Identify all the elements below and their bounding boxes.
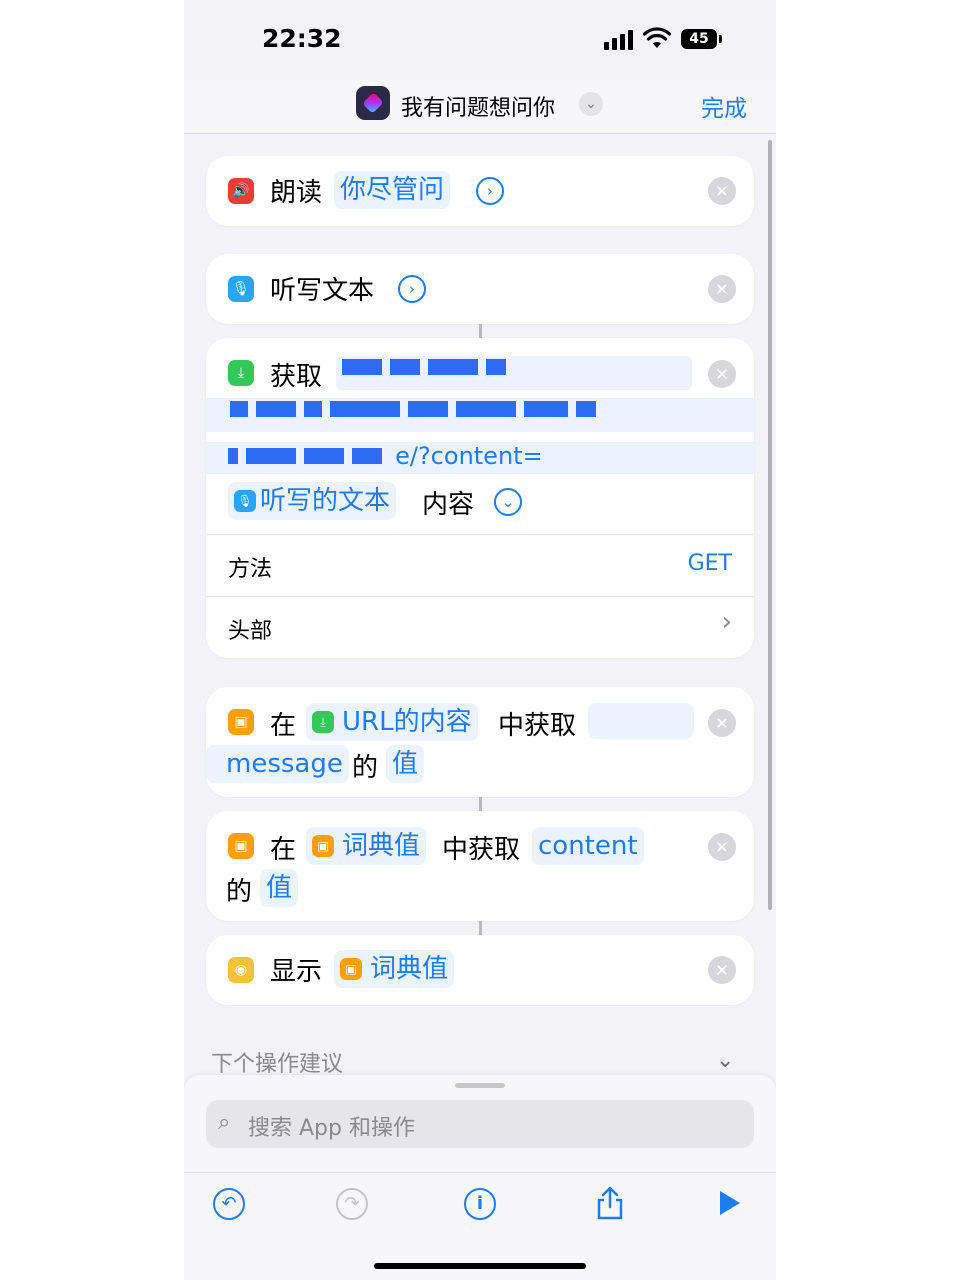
quicklook-icon: ◉ — [228, 957, 254, 983]
action-search-sheet: ⌕ 搜索 App 和操作 ↶ ↷ i — [184, 1075, 776, 1280]
shortcut-title[interactable]: 我有问题想问你 — [401, 90, 555, 122]
key-token[interactable]: message — [206, 745, 349, 783]
redo-icon[interactable]: ↷ — [336, 1188, 368, 1220]
chevron-right-icon: › — [721, 607, 732, 637]
method-row[interactable]: 方法 GET — [206, 534, 754, 594]
get-word: 中获取 — [498, 711, 577, 741]
action-get-url[interactable]: ⤓ 获取 × e/?content= 🎙 听写的文本 内容 ⌄ 方法 GET 头… — [206, 338, 754, 658]
headers-row[interactable]: 头部 › — [206, 596, 754, 656]
of-word: 的 — [226, 877, 253, 907]
download-icon: ⤓ — [228, 360, 254, 386]
sheet-grabber[interactable] — [455, 1083, 505, 1088]
in-word: 在 — [270, 835, 297, 865]
url-redacted-line — [206, 398, 754, 432]
share-icon[interactable] — [594, 1185, 626, 1221]
url-tail-text: e/?content= — [395, 442, 543, 470]
url-field[interactable] — [336, 356, 692, 390]
status-bar: 22:32 45 — [184, 0, 776, 80]
content-word: 内容 — [422, 490, 475, 520]
play-icon[interactable] — [718, 1189, 742, 1217]
dictionary-icon: ▣ — [228, 709, 254, 735]
action-get-dict-value-2[interactable]: ▣ 在 ▣ 词典值 中获取 content × 的 值 — [206, 811, 754, 921]
undo-icon[interactable]: ↶ — [213, 1188, 245, 1220]
of-word: 的 — [352, 753, 379, 783]
dictionary-icon: ▣ — [312, 835, 334, 857]
value-token[interactable]: 值 — [260, 869, 299, 907]
dictionary-value-token[interactable]: ▣ 词典值 — [306, 827, 427, 865]
speak-text-token[interactable]: 你尽管问 — [334, 171, 451, 209]
remove-action-icon[interactable]: × — [708, 709, 736, 737]
chevron-down-icon[interactable]: ⌄ — [716, 1048, 734, 1073]
chevron-down-icon[interactable]: ⌄ — [579, 92, 603, 116]
method-label: 方法 — [228, 557, 273, 582]
wifi-icon — [643, 27, 671, 48]
action-get-dict-value-1[interactable]: ▣ 在 ⤓ URL的内容 中获取 × message 的 值 — [206, 687, 754, 797]
connector-line — [479, 324, 482, 338]
microphone-icon: 🎙 — [228, 276, 254, 302]
key-token[interactable]: content — [532, 827, 644, 865]
dictated-text-token[interactable]: 🎙 听写的文本 — [228, 482, 397, 520]
microphone-icon: 🎙 — [234, 490, 256, 512]
action-verb: 显示 — [270, 957, 323, 987]
action-verb: 听写文本 — [270, 276, 375, 306]
connector-line — [479, 797, 482, 811]
headers-label: 头部 — [228, 619, 273, 644]
action-verb: 朗读 — [270, 178, 323, 208]
speaker-icon: 🔊 — [228, 178, 254, 204]
connector-line — [479, 921, 482, 935]
battery-cap — [719, 35, 722, 43]
expand-chevron-icon[interactable]: › — [398, 275, 426, 303]
remove-action-icon[interactable]: × — [708, 833, 736, 861]
status-time: 22:32 — [262, 24, 342, 53]
method-value[interactable]: GET — [688, 551, 732, 576]
chevron-down-icon[interactable]: ⌄ — [494, 488, 522, 516]
expand-chevron-icon[interactable]: › — [476, 177, 504, 205]
token-label: URL的内容 — [342, 707, 472, 737]
search-input[interactable]: 搜索 App 和操作 — [248, 1110, 415, 1142]
dictionary-icon: ▣ — [228, 833, 254, 859]
done-button[interactable]: 完成 — [701, 89, 747, 123]
shortcuts-editor: 22:32 45 我有问题想问你 ⌄ 完成 🔊 朗读 你尽管问 › × 🎙 听写… — [184, 0, 776, 1280]
key-field-redacted[interactable] — [588, 703, 694, 739]
remove-action-icon[interactable]: × — [708, 956, 736, 984]
toolbar-divider — [184, 1172, 776, 1173]
token-label: 词典值 — [342, 831, 421, 861]
remove-action-icon[interactable]: × — [708, 360, 736, 388]
url-line-3: e/?content= — [206, 442, 754, 474]
url-contents-token[interactable]: ⤓ URL的内容 — [306, 703, 478, 741]
action-verb: 获取 — [270, 362, 323, 392]
token-label: 听写的文本 — [260, 486, 391, 516]
nav-bar: 我有问题想问你 ⌄ 完成 — [184, 80, 776, 134]
battery-icon: 45 — [681, 29, 717, 49]
get-word: 中获取 — [442, 835, 521, 865]
search-icon: ⌕ — [218, 1110, 231, 1135]
dictionary-value-token[interactable]: ▣ 词典值 — [334, 950, 455, 988]
action-dictate[interactable]: 🎙 听写文本 › × — [206, 254, 754, 324]
token-label: 词典值 — [370, 954, 449, 984]
scrollbar[interactable] — [768, 140, 772, 910]
info-icon[interactable]: i — [464, 1188, 496, 1220]
remove-action-icon[interactable]: × — [708, 177, 736, 205]
cellular-signal-icon — [604, 30, 636, 50]
action-speak[interactable]: 🔊 朗读 你尽管问 › × — [206, 156, 754, 226]
remove-action-icon[interactable]: × — [708, 275, 736, 303]
search-bar[interactable]: ⌕ 搜索 App 和操作 — [206, 1100, 754, 1148]
download-icon: ⤓ — [312, 711, 334, 733]
action-show-result[interactable]: ◉ 显示 ▣ 词典值 × — [206, 935, 754, 1005]
in-word: 在 — [270, 711, 297, 741]
suggestions-label: 下个操作建议 — [211, 1052, 344, 1077]
home-indicator — [374, 1263, 586, 1269]
dictionary-icon: ▣ — [340, 958, 362, 980]
value-token[interactable]: 值 — [386, 745, 425, 783]
shortcuts-app-icon[interactable] — [356, 86, 390, 120]
